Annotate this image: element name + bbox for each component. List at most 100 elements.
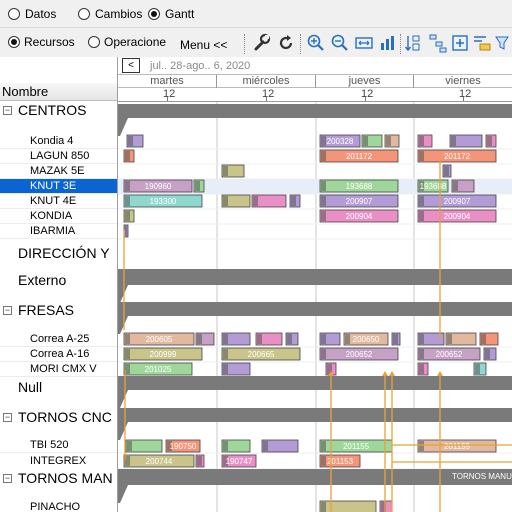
- row-externo[interactable]: Externo: [0, 269, 117, 291]
- task-progress[interactable]: [419, 151, 424, 161]
- resource-row-ibarmia[interactable]: IBARMIA: [0, 224, 117, 239]
- row-direcci-n-y[interactable]: DIRECCIÓN Y: [0, 238, 117, 268]
- task-progress[interactable]: [444, 166, 449, 176]
- task-progress[interactable]: [419, 136, 424, 146]
- filter-icon[interactable]: [494, 33, 512, 53]
- row-null[interactable]: Null: [0, 376, 117, 398]
- radio-dot-selected[interactable]: [148, 8, 160, 20]
- resource-row-correa-a-25[interactable]: Correa A-25: [0, 332, 117, 347]
- task-progress[interactable]: [223, 166, 228, 176]
- prev-period-button[interactable]: <: [122, 58, 140, 73]
- resource-row-tbi-520[interactable]: TBI 520: [0, 438, 117, 453]
- task-progress[interactable]: [195, 181, 200, 191]
- task-progress[interactable]: [125, 456, 130, 466]
- task-progress[interactable]: [321, 502, 326, 512]
- task-progress[interactable]: [419, 364, 424, 374]
- collapse-icon[interactable]: −: [3, 305, 12, 315]
- task-progress[interactable]: [419, 334, 424, 344]
- task-label[interactable]: 200665: [248, 350, 275, 359]
- task-label[interactable]: 193300: [150, 197, 177, 206]
- task-label[interactable]: 201172: [346, 152, 373, 161]
- collapse-icon[interactable]: −: [3, 412, 12, 422]
- resource-row-mori-cmx-v[interactable]: MORI CMX V: [0, 362, 117, 377]
- group-row-tornos-cnc[interactable]: − TORNOS CNC: [0, 406, 117, 428]
- task-progress[interactable]: [125, 211, 130, 221]
- group-operacione-radio[interactable]: Operacione: [88, 35, 166, 49]
- sort-az-icon[interactable]: [404, 33, 424, 53]
- task-progress[interactable]: [419, 441, 424, 451]
- resource-row-knut-3e[interactable]: KNUT 3E: [0, 179, 117, 194]
- task-label[interactable]: 190747: [226, 457, 253, 466]
- task-progress[interactable]: [263, 441, 268, 451]
- task-progress[interactable]: [257, 334, 262, 344]
- task-progress[interactable]: [321, 349, 326, 359]
- task-progress[interactable]: [125, 334, 130, 344]
- task-progress[interactable]: [487, 136, 492, 146]
- tree-icon[interactable]: [428, 33, 448, 53]
- collapse-icon[interactable]: −: [3, 105, 12, 115]
- task-label[interactable]: 200904: [346, 212, 373, 221]
- task-progress[interactable]: [419, 196, 424, 206]
- task-progress[interactable]: [453, 181, 458, 191]
- zoom-out-icon[interactable]: [330, 33, 350, 53]
- layout-icon[interactable]: [472, 33, 492, 53]
- task-progress[interactable]: [419, 349, 424, 359]
- task-label[interactable]: 200652: [436, 350, 463, 359]
- task-progress[interactable]: [197, 456, 202, 466]
- collapse-icon[interactable]: −: [3, 473, 12, 483]
- task-label[interactable]: 190960: [145, 182, 172, 191]
- task-label[interactable]: 201025: [145, 365, 172, 374]
- resource-row-knut-4e[interactable]: KNUT 4E: [0, 194, 117, 209]
- task-progress[interactable]: [447, 334, 452, 344]
- task-progress[interactable]: [223, 196, 228, 206]
- expand-icon[interactable]: [450, 33, 470, 53]
- zoom-in-icon[interactable]: [306, 33, 326, 53]
- task-progress[interactable]: [125, 181, 130, 191]
- task-progress[interactable]: [321, 211, 326, 221]
- task-progress[interactable]: [253, 196, 258, 206]
- radio-dot[interactable]: [88, 36, 100, 48]
- wrench-icon[interactable]: [252, 33, 272, 53]
- task-progress[interactable]: [393, 334, 398, 344]
- view-cambios-radio[interactable]: Cambios: [78, 7, 142, 21]
- task-progress[interactable]: [345, 334, 350, 344]
- group-row-fresas[interactable]: − FRESAS: [0, 299, 117, 321]
- task-label[interactable]: 201172: [444, 152, 471, 161]
- task-progress[interactable]: [125, 151, 130, 161]
- task-progress[interactable]: [127, 441, 132, 451]
- group-row-tornos-man[interactable]: − TORNOS MAN: [0, 467, 117, 489]
- task-label[interactable]: 193688: [420, 182, 447, 191]
- task-progress[interactable]: [321, 441, 326, 451]
- task-label[interactable]: 200605: [146, 335, 173, 344]
- resource-row-lagun-850[interactable]: LAGUN 850: [0, 149, 117, 164]
- task-label[interactable]: 200744: [146, 457, 173, 466]
- group-row-centros[interactable]: − CENTROS: [0, 101, 117, 119]
- refresh-icon[interactable]: [276, 33, 296, 53]
- radio-dot[interactable]: [8, 8, 20, 20]
- task-label[interactable]: 200904: [444, 212, 471, 221]
- task-label[interactable]: 200999: [150, 350, 177, 359]
- view-datos-radio[interactable]: Datos: [8, 7, 56, 21]
- view-gantt-radio[interactable]: Gantt: [148, 7, 194, 21]
- bar-chart-icon[interactable]: [378, 33, 398, 53]
- task-progress[interactable]: [125, 196, 130, 206]
- task-label[interactable]: 200907: [346, 197, 373, 206]
- resource-row-correa-a-16[interactable]: Correa A-16: [0, 347, 117, 362]
- menu-toggle-button[interactable]: Menu <<: [180, 38, 227, 52]
- task-progress[interactable]: [125, 364, 130, 374]
- task-label[interactable]: 201155: [444, 442, 471, 451]
- task-progress[interactable]: [125, 349, 130, 359]
- task-progress[interactable]: [485, 349, 490, 359]
- task-progress[interactable]: [223, 364, 228, 374]
- resource-row-kondia-4[interactable]: Kondia 4: [0, 134, 117, 149]
- resource-row-mazak-5e[interactable]: MAZAK 5E: [0, 164, 117, 179]
- radio-dot[interactable]: [78, 8, 90, 20]
- task-progress[interactable]: [321, 151, 326, 161]
- task-progress[interactable]: [475, 364, 480, 374]
- names-header[interactable]: Nombre: [0, 83, 117, 101]
- task-progress[interactable]: [321, 334, 326, 344]
- task-label[interactable]: 190750: [170, 442, 197, 451]
- task-progress[interactable]: [223, 441, 228, 451]
- task-progress[interactable]: [481, 334, 486, 344]
- task-label[interactable]: 193688: [346, 182, 373, 191]
